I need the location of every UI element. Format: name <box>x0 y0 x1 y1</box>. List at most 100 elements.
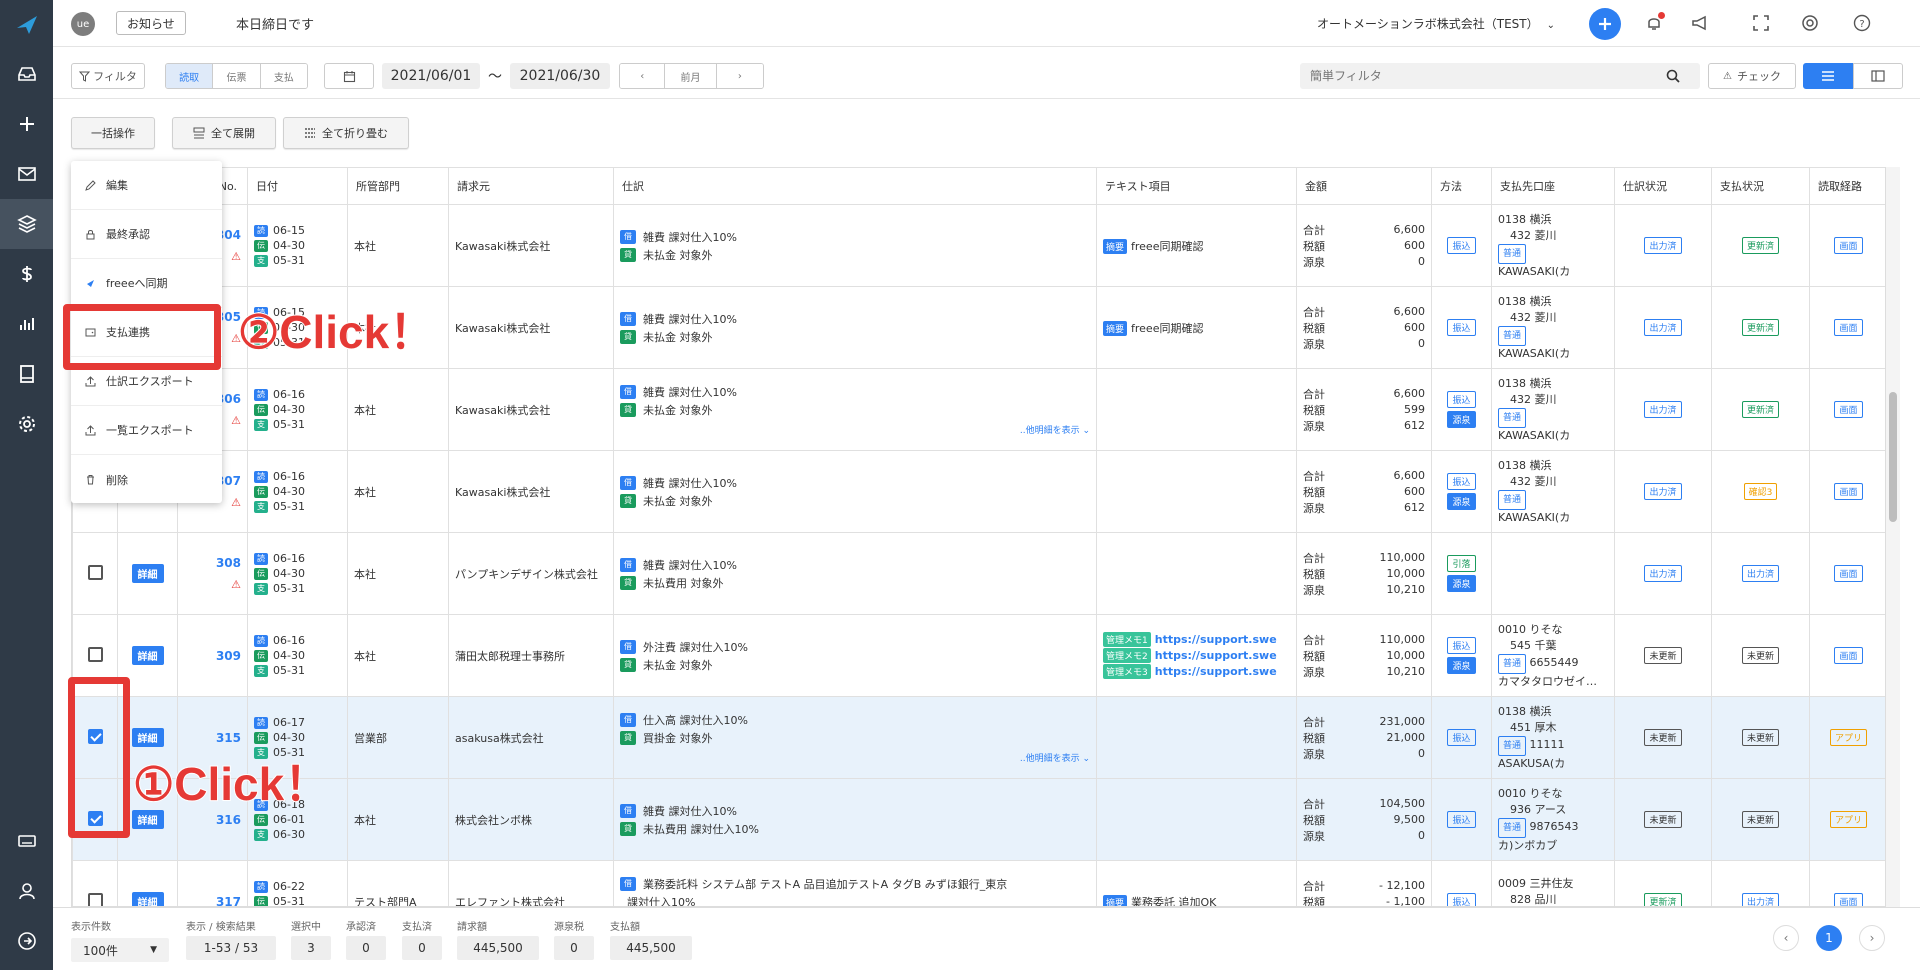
sidebar-item-payments[interactable] <box>0 249 53 299</box>
detail-button[interactable]: 詳細 <box>131 646 164 665</box>
date-pay: 支 05-31 <box>254 253 341 268</box>
table-row[interactable]: 詳細 308 ⚠ 読 06-16 伝 04-30 支 05-31 本社 パンプキンデザイン株式会社借… <box>72 532 1885 615</box>
announce-button[interactable] <box>1689 12 1711 34</box>
seg-voucher[interactable]: 伝票 <box>213 64 261 88</box>
sidebar-item-layers[interactable] <box>0 199 53 249</box>
notification-button[interactable] <box>1643 12 1665 34</box>
journal-cell: 借雑費 課対仕入10% 貸未払金 対象外 <box>613 450 1097 533</box>
table-row[interactable]: 詳細307⚠読06-16伝04-30支05-31本社Kawasaki株式会社借雑… <box>72 450 1885 533</box>
amount-label: 税額 <box>1303 731 1325 745</box>
payment-status-cell: 出力済 <box>1711 860 1810 906</box>
sidebar-item-user[interactable] <box>0 866 53 916</box>
amount-label: 合計 <box>1303 469 1325 483</box>
payment-status-cell: 未更新 <box>1711 696 1810 779</box>
date-to[interactable]: 2021/06/30 <box>510 63 610 89</box>
seg-read[interactable]: 読取 <box>166 64 214 88</box>
create-button[interactable] <box>1589 8 1621 40</box>
date-from[interactable]: 2021/06/01 <box>382 63 480 89</box>
table-row[interactable]: 詳細304⚠読06-15伝04-30支05-31本社Kawasaki株式会社借雑… <box>72 204 1885 287</box>
col-journal-status[interactable]: 仕訳状況 <box>1614 167 1712 205</box>
col-amount[interactable]: 金額 <box>1296 167 1432 205</box>
col-text[interactable]: テキスト項目 <box>1096 167 1297 205</box>
col-date[interactable]: 日付 <box>247 167 348 205</box>
sidebar-item-book[interactable] <box>0 349 53 399</box>
prev-month-button[interactable]: 前月 <box>665 64 717 88</box>
app-logo-icon[interactable] <box>14 12 40 38</box>
col-vendor[interactable]: 請求元 <box>448 167 614 205</box>
page-prev-button[interactable]: ‹ <box>1773 925 1799 951</box>
row-number-link[interactable]: 308 <box>184 556 241 570</box>
date-voucher-value: 04-30 <box>273 731 305 744</box>
check-button[interactable]: ⚠ チェック <box>1708 63 1796 89</box>
table-row[interactable]: 詳細 309 読 06-16 伝 04-30 支 05-31 本社 蒲田太郎税理士事務所借外注費 … <box>72 614 1885 697</box>
row-checkbox[interactable] <box>87 892 103 906</box>
menu-final-approve[interactable]: 最終承認 <box>71 210 222 259</box>
show-more-link[interactable]: ..他明細を表示 ⌄ <box>620 751 1090 764</box>
table-row[interactable]: 詳細 316 読 06-18 伝 06-01 支 06-30 本社 株式会社ンボ株借雑費 課対仕入… <box>72 778 1885 861</box>
support-button[interactable] <box>1799 12 1821 34</box>
fullscreen-button[interactable] <box>1750 12 1772 34</box>
sidebar-item-logout[interactable] <box>0 916 53 966</box>
scrollbar-thumb[interactable] <box>1889 392 1897 522</box>
detail-button[interactable]: 詳細 <box>131 564 164 583</box>
prev-arrow-button[interactable]: ‹ <box>620 64 666 88</box>
amount-value: 599 <box>1404 403 1425 416</box>
row-checkbox[interactable] <box>87 564 103 580</box>
filter-button[interactable]: フィルタ <box>71 63 145 89</box>
search-input[interactable] <box>1300 63 1700 89</box>
amount-label: 合計 <box>1303 715 1325 729</box>
collapse-all-button[interactable]: 全て折り畳む <box>283 117 409 149</box>
page-1-button[interactable]: 1 <box>1816 925 1842 951</box>
memo-link[interactable]: https://support.swe <box>1155 649 1277 662</box>
table-row[interactable]: 詳細306⚠読06-16伝04-30支05-31本社Kawasaki株式会社借雑… <box>72 368 1885 451</box>
amount-value: 600 <box>1404 485 1425 498</box>
detail-button[interactable]: 詳細 <box>131 892 164 906</box>
company-name: オートメーションラボ株式会社（TEST） <box>1316 17 1539 31</box>
detail-button[interactable]: 詳細 <box>131 728 164 747</box>
memo-link[interactable]: https://support.swe <box>1155 633 1277 646</box>
menu-delete[interactable]: 削除 <box>71 455 222 504</box>
calendar-button[interactable] <box>324 63 374 89</box>
col-method[interactable]: 方法 <box>1431 167 1492 205</box>
col-bank[interactable]: 支払先口座 <box>1491 167 1615 205</box>
split-view-button[interactable] <box>1853 63 1903 89</box>
menu-freee-sync[interactable]: freeeへ同期 <box>71 259 222 308</box>
search-icon[interactable] <box>1666 69 1680 83</box>
sidebar-item-inbox[interactable] <box>0 49 53 99</box>
seg-payment[interactable]: 支払 <box>260 64 307 88</box>
notice-button[interactable]: お知らせ <box>116 11 186 35</box>
amount-cell: 合計- 12,100税額- 1,100源泉0 <box>1296 860 1432 906</box>
help-button[interactable]: ? <box>1851 12 1873 34</box>
menu-list-export[interactable]: 一覧エクスポート <box>71 406 222 455</box>
sidebar-item-mail[interactable] <box>0 149 53 199</box>
table-scrollbar[interactable] <box>1886 167 1900 907</box>
table-row[interactable]: 詳細 315 読 06-17 伝 04-30 支 05-31 営業部 asakusa株式会社借仕入… <box>72 696 1885 779</box>
sidebar-item-keyboard[interactable] <box>0 816 53 866</box>
expand-all-button[interactable]: 全て展開 <box>172 117 276 149</box>
per-page-select[interactable]: 100件 ▼ <box>71 938 169 962</box>
list-view-button[interactable] <box>1803 63 1853 89</box>
next-arrow-button[interactable]: › <box>716 64 763 88</box>
row-number-link[interactable]: 315 <box>184 731 241 745</box>
bulk-action-button[interactable]: 一括操作 <box>71 117 155 149</box>
sidebar-item-settings[interactable] <box>0 399 53 449</box>
row-number-link[interactable]: 309 <box>184 649 241 663</box>
col-route[interactable]: 読取経路 <box>1809 167 1885 205</box>
row-number-link[interactable]: 317 <box>184 895 241 907</box>
menu-edit[interactable]: 編集 <box>71 161 222 210</box>
memo-link[interactable]: https://support.swe <box>1155 665 1277 678</box>
sidebar-item-reports[interactable] <box>0 299 53 349</box>
avatar[interactable]: ue <box>71 12 95 36</box>
table-row[interactable]: 詳細317読06-22伝05-31支07-05テスト部門Aエレファント株式会社借… <box>72 860 1885 907</box>
journal-debit: 借雑費 課対仕入10% <box>620 474 1090 492</box>
page-next-button[interactable]: › <box>1859 925 1885 951</box>
row-checkbox[interactable] <box>87 646 103 662</box>
row-number-link[interactable]: 316 <box>184 813 241 827</box>
col-payment-status[interactable]: 支払状況 <box>1711 167 1810 205</box>
company-selector[interactable]: オートメーションラボ株式会社（TEST） ⌄ <box>1317 15 1555 32</box>
amount-label: 税額 <box>1303 485 1325 499</box>
show-more-link[interactable]: ..他明細を表示 ⌄ <box>620 423 1090 436</box>
col-dept[interactable]: 所管部門 <box>347 167 449 205</box>
sidebar-item-add[interactable] <box>0 99 53 149</box>
col-journal[interactable]: 仕訳 <box>613 167 1097 205</box>
